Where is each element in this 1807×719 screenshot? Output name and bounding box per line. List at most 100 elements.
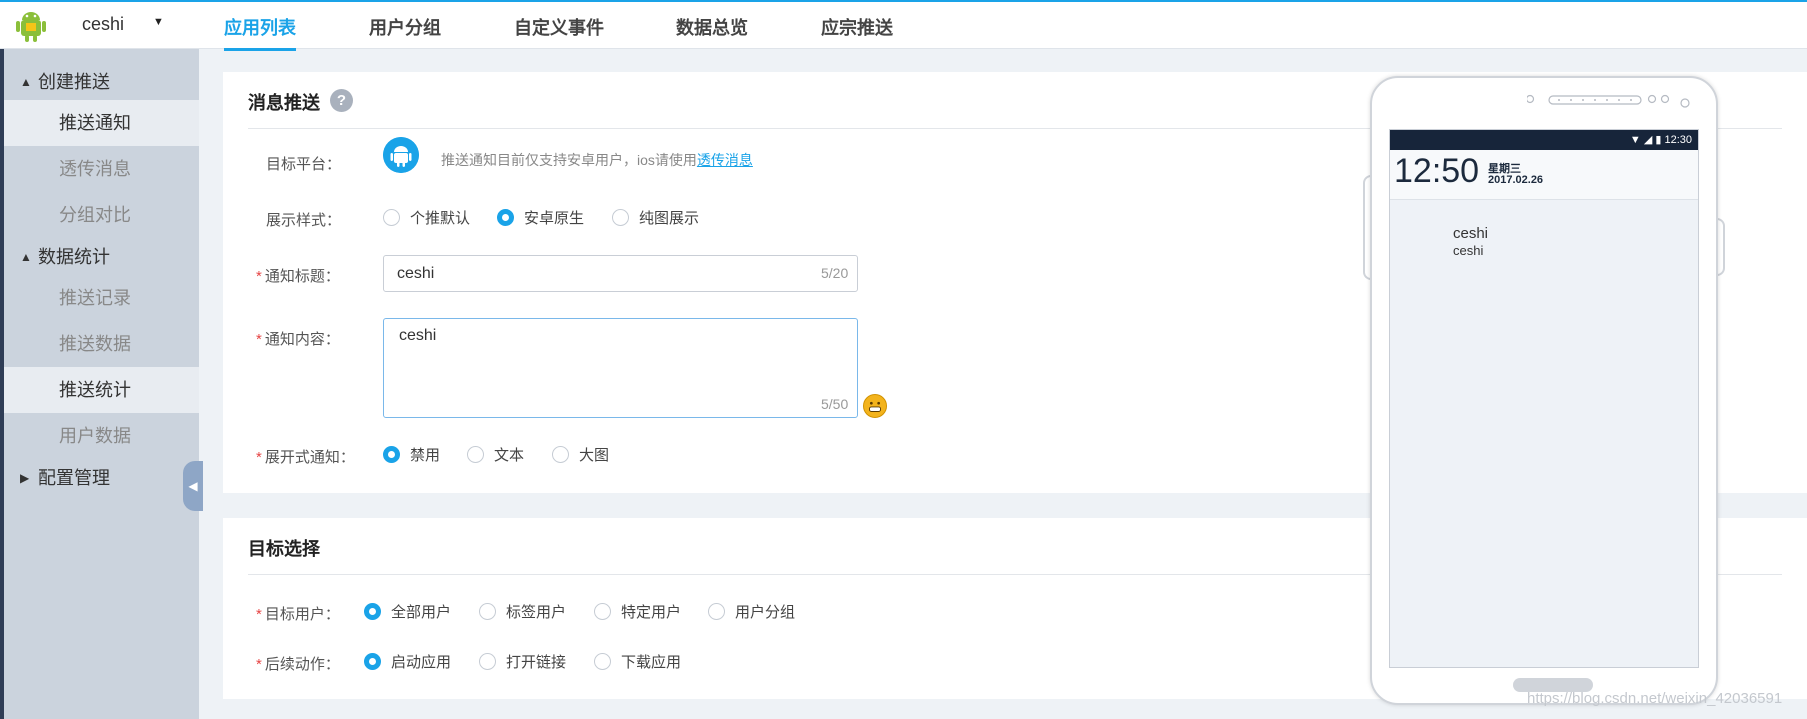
- tab-user-groups[interactable]: 用户分组: [369, 14, 441, 51]
- sidebar-item-push-records[interactable]: 推送记录: [4, 275, 199, 321]
- tab-push[interactable]: 应宗推送: [821, 14, 893, 51]
- radio-label: 特定用户: [621, 604, 682, 621]
- radio-icon: [552, 446, 569, 463]
- label-text: 目标用户：: [264, 606, 340, 623]
- action-download-app[interactable]: 下载应用: [594, 651, 681, 672]
- target-users-label: * 目标用户：: [256, 603, 340, 624]
- sidebar-item-push-stats[interactable]: 推送统计: [4, 367, 199, 413]
- required-mark: *: [256, 331, 262, 348]
- radio-icon: [467, 446, 484, 463]
- tab-custom-events[interactable]: 自定义事件: [514, 14, 604, 51]
- required-mark: *: [256, 606, 262, 623]
- triangle-up-icon: ▲: [20, 250, 32, 264]
- radio-label: 用户分组: [735, 604, 796, 621]
- notification-content-label: * 通知内容：: [256, 328, 340, 349]
- watermark: https://blog.csdn.net/weixin_42036591: [1527, 690, 1783, 707]
- expand-notification-label: * 展开式通知：: [256, 446, 355, 467]
- radio-label: 文本: [494, 447, 525, 464]
- label-text: 后续动作：: [264, 656, 340, 673]
- target-specific-users[interactable]: 特定用户: [594, 601, 681, 622]
- radio-icon: [479, 653, 496, 670]
- tab-data-overview[interactable]: 数据总览: [676, 14, 748, 51]
- help-icon[interactable]: ?: [330, 89, 353, 112]
- content-char-counter: 5/50: [821, 396, 849, 412]
- platform-note-text: 推送通知目前仅支持安卓用户，ios请使用: [441, 152, 697, 168]
- sidebar: ▲ 创建推送 推送通知 透传消息 分组对比 ▲ 数据统计 推送记录 推送数据 推…: [4, 49, 203, 719]
- radio-label: 标签用户: [506, 604, 567, 621]
- phone-preview: ▼ ◢ ▮ 12:30 12:50 星期三 2017.02.26 ceshi c…: [1370, 76, 1718, 705]
- sidebar-item-push-notification[interactable]: 推送通知: [4, 100, 199, 146]
- passthrough-link[interactable]: 透传消息: [697, 152, 753, 168]
- phone-clock: 12:50: [1394, 152, 1480, 190]
- phone-earpiece-icon: [1527, 94, 1690, 108]
- style-option-getui-default[interactable]: 个推默认: [383, 207, 470, 228]
- platform-label: 目标平台：: [266, 156, 342, 173]
- target-user-groups[interactable]: 用户分组: [708, 601, 795, 622]
- expand-option-big-image[interactable]: 大图: [552, 444, 609, 465]
- sidebar-group-label: 配置管理: [38, 468, 110, 488]
- sidebar-item-user-data[interactable]: 用户数据: [4, 413, 199, 459]
- radio-label: 打开链接: [506, 654, 567, 671]
- android-app-icon: [16, 12, 46, 42]
- radio-icon: [594, 653, 611, 670]
- radio-icon: [594, 603, 611, 620]
- target-all-users[interactable]: 全部用户: [364, 601, 451, 622]
- radio-icon: [708, 603, 725, 620]
- triangle-up-icon: ▲: [20, 75, 32, 89]
- notification-title-input[interactable]: ceshi: [383, 255, 858, 292]
- sidebar-item-push-data[interactable]: 推送数据: [4, 321, 199, 367]
- radio-icon: [479, 603, 496, 620]
- sidebar-group-create-push[interactable]: ▲ 创建推送: [4, 63, 199, 101]
- expand-option-disabled[interactable]: 禁用: [383, 444, 440, 465]
- radio-label: 禁用: [410, 447, 441, 464]
- notification-title-label: * 通知标题：: [256, 265, 340, 286]
- label-text: 展开式通知：: [264, 449, 355, 466]
- sidebar-group-label: 数据统计: [38, 247, 110, 267]
- phone-date: 2017.02.26: [1488, 174, 1544, 186]
- tab-app-list[interactable]: 应用列表: [224, 14, 296, 51]
- radio-label: 纯图展示: [639, 210, 700, 227]
- style-option-image-only[interactable]: 纯图展示: [612, 207, 699, 228]
- app-switch-caret-icon[interactable]: ▼: [153, 16, 164, 28]
- style-label: 展示样式：: [266, 212, 342, 229]
- style-option-android-native[interactable]: 安卓原生: [497, 207, 584, 228]
- label-text: 通知内容：: [264, 331, 340, 348]
- status-time: 12:30: [1664, 134, 1692, 146]
- required-mark: *: [256, 449, 262, 466]
- target-tag-users[interactable]: 标签用户: [479, 601, 566, 622]
- sidebar-item-passthrough[interactable]: 透传消息: [4, 146, 199, 192]
- phone-clock-area: 12:50 星期三 2017.02.26: [1390, 150, 1698, 200]
- expand-option-text[interactable]: 文本: [467, 444, 524, 465]
- sidebar-collapse-button[interactable]: ◀: [183, 461, 203, 511]
- sidebar-group-statistics[interactable]: ▲ 数据统计: [4, 238, 199, 276]
- preview-notification-body: ceshi: [1453, 243, 1484, 258]
- radio-icon: [383, 209, 400, 226]
- preview-notification-title: ceshi: [1453, 225, 1489, 242]
- radio-label: 启动应用: [391, 654, 452, 671]
- required-mark: *: [256, 268, 262, 285]
- title-char-counter: 5/20: [821, 265, 849, 281]
- sidebar-group-config[interactable]: ▶ 配置管理: [4, 459, 199, 497]
- platform-note: 推送通知目前仅支持安卓用户，ios请使用透传消息: [441, 150, 753, 170]
- radio-label: 个推默认: [410, 210, 471, 227]
- required-mark: *: [256, 656, 262, 673]
- emoji-icon[interactable]: [863, 394, 887, 418]
- notification-content-textarea[interactable]: ceshi: [383, 318, 858, 418]
- section-title: 目标选择: [248, 539, 320, 559]
- top-navbar: ceshi ▼ 应用列表 用户分组 自定义事件 数据总览 应宗推送: [0, 0, 1807, 51]
- action-launch-app[interactable]: 启动应用: [364, 651, 451, 672]
- label-text: 通知标题：: [264, 268, 340, 285]
- radio-label: 全部用户: [391, 604, 452, 621]
- android-platform-icon[interactable]: [383, 137, 419, 173]
- action-open-link[interactable]: 打开链接: [479, 651, 566, 672]
- radio-selected-icon: [497, 209, 514, 226]
- section-title: 消息推送: [248, 93, 320, 113]
- sidebar-group-label: 创建推送: [38, 72, 110, 92]
- radio-selected-icon: [364, 603, 381, 620]
- phone-screen: ▼ ◢ ▮ 12:30 12:50 星期三 2017.02.26 ceshi c…: [1389, 129, 1699, 668]
- app-name[interactable]: ceshi: [82, 14, 124, 35]
- radio-label: 大图: [579, 447, 610, 464]
- radio-icon: [612, 209, 629, 226]
- sidebar-item-group-compare[interactable]: 分组对比: [4, 192, 199, 238]
- follow-action-label: * 后续动作：: [256, 653, 340, 674]
